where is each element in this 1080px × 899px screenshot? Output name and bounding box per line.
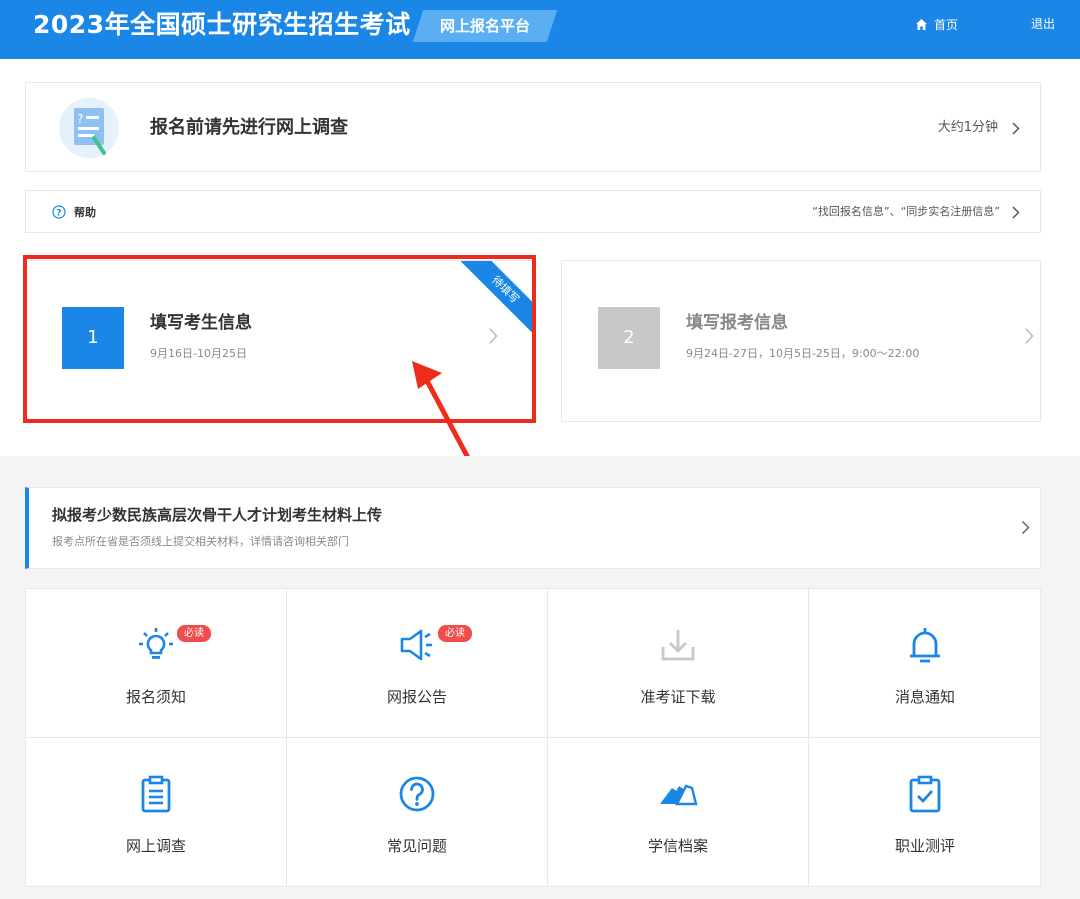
clipboard-icon [141,775,171,813]
survey-title: 报名前请先进行网上调查 [150,117,348,138]
grid-item-label: 学信档案 [647,837,708,855]
page-title: 2023年全国硕士研究生招生考试 [33,10,411,39]
step-date: 9月16日-10月25日 [150,347,247,360]
grid-item-admission-ticket[interactable]: 准考证下载 [548,589,809,738]
help-links[interactable]: “找回报名信息”、“同步实名注册信息” [812,203,1020,221]
grid-item-label: 网上调查 [125,837,186,855]
svg-text:?: ? [56,209,61,219]
must-read-badge: 必读 [438,625,472,642]
minority-subtitle: 报考点所在省是否须线上提交相关材料，详情请咨询相关部门 [52,535,349,548]
grid-item-messages[interactable]: 消息通知 [809,589,1041,738]
step-title: 填写报考信息 [686,313,788,333]
grid-item-label: 准考证下载 [640,688,716,706]
grid-item-xuexin-archive[interactable]: 学信档案 [548,738,809,887]
survey-card[interactable]: ? 报名前请先进行网上调查 大约1分钟 [25,82,1041,172]
step-date: 9月24日-27日，10月5日-25日，9:00～22:00 [686,347,920,360]
bell-icon [910,628,940,663]
function-grid: 必读 报名须知 必读 网报公告 准考证下载 消息通知 网上调查 常见问题 学信档… [25,588,1041,887]
help-bar[interactable]: ? 帮助 “找回报名信息”、“同步实名注册信息” [25,190,1041,233]
survey-duration: 大约1分钟 [938,117,1020,139]
help-label-group: ? 帮助 [52,204,96,220]
chevron-right-icon [488,327,498,345]
survey-duration-label: 大约1分钟 [937,120,998,135]
grid-item-online-survey[interactable]: 网上调查 [26,738,287,887]
question-icon [399,776,435,812]
help-circle-icon: ? [52,205,66,219]
grid-item-label: 职业测评 [894,837,955,855]
grid-item-registration-notice[interactable]: 必读 报名须知 [26,589,287,738]
clipboard-check-icon [909,775,941,813]
minority-title: 拟报考少数民族高层次骨干人才计划考生材料上传 [52,506,383,524]
step-number: 2 [598,307,660,369]
grid-item-label: 报名须知 [125,688,186,706]
grid-item-label: 常见问题 [386,837,447,855]
chevron-right-icon [1012,121,1020,135]
home-link[interactable]: 首页 [915,14,958,34]
lightbulb-icon [139,628,173,659]
step-number: 1 [62,307,124,369]
grid-item-announcement[interactable]: 必读 网报公告 [287,589,548,738]
chevron-right-icon [1021,520,1030,535]
xuexin-logo-icon [660,784,698,806]
minority-upload-card[interactable]: 拟报考少数民族高层次骨干人才计划考生材料上传 报考点所在省是否须线上提交相关材料… [25,487,1041,569]
grid-item-label: 网报公告 [386,688,447,706]
chevron-right-icon [1024,327,1034,345]
grid-item-label: 消息通知 [894,688,955,706]
logout-link[interactable]: 退出 [1031,14,1055,34]
platform-tag: 网上报名平台 [412,10,558,42]
step-card-2[interactable]: 2 填写报考信息 9月24日-27日，10月5日-25日，9:00～22:00 [561,260,1041,422]
survey-document-icon: ? [58,98,120,158]
download-icon [661,630,695,661]
help-links-text: “找回报名信息”、“同步实名注册信息” [812,205,1000,218]
help-label: 帮助 [74,206,96,219]
top-header: 2023年全国硕士研究生招生考试 网上报名平台 首页 退出 [0,0,1080,59]
home-icon [916,18,927,30]
speaker-icon [400,629,432,661]
home-label: 首页 [934,17,959,32]
grid-item-faq[interactable]: 常见问题 [287,738,548,887]
grid-item-career-assessment[interactable]: 职业测评 [809,738,1041,887]
platform-label: 网上报名平台 [439,17,530,35]
must-read-badge: 必读 [177,625,211,642]
svg-text:?: ? [77,112,83,126]
chevron-right-icon [1012,205,1020,219]
step-title: 填写考生信息 [150,313,252,333]
